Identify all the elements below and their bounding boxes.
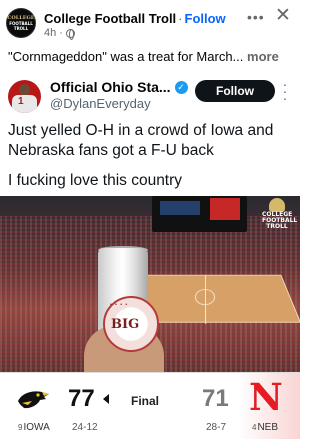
watermark-logo: COLLEGE FOOTBALL TROLL xyxy=(262,198,297,230)
avatar-jersey xyxy=(12,95,37,113)
seal-ring-text: • • • • xyxy=(110,302,129,308)
scoreboard-screen-right xyxy=(210,198,240,220)
jersey-number: 1 xyxy=(18,96,24,107)
game-status: Final xyxy=(131,394,160,408)
tweet-author-name[interactable]: Official Ohio Sta... xyxy=(50,79,171,95)
post-time[interactable]: 4h · xyxy=(44,27,63,39)
arena-scoreboard xyxy=(152,196,247,232)
verified-badge-icon: ✓ xyxy=(174,80,188,94)
tweet-author-handle[interactable]: @DylanEveryday xyxy=(50,96,151,111)
iowa-record: 24-12 xyxy=(72,422,98,433)
post-photo[interactable]: • • • • BIG COLLEGE FOOTBALL TROLL xyxy=(0,196,300,401)
nebraska-record: 28-7 xyxy=(206,422,227,433)
iowa-rank: 9 xyxy=(18,423,23,432)
iowa-hawkeye-logo-icon xyxy=(18,391,49,409)
post-meta: 4h · xyxy=(44,27,75,40)
winner-arrow-icon xyxy=(103,394,109,404)
post-header: COLLEGE FOOTBALL TROLL College Football … xyxy=(0,0,300,42)
game-scorebug[interactable]: 77 Final 71 N 9IOWA 24-12 28-7 4NEB xyxy=(0,372,300,439)
tweet-follow-button[interactable]: Follow xyxy=(195,80,275,102)
avatar-text-bottom: TROLL xyxy=(13,25,29,31)
court-center-circle xyxy=(194,289,216,306)
post-caption: "Cornmageddon" was a treat for March... … xyxy=(8,49,279,64)
nebraska-team-name: NEB xyxy=(257,422,279,433)
caption-text: "Cornmageddon" was a treat for March... xyxy=(8,49,244,64)
page-name-row: College Football Troll · Follow xyxy=(44,11,226,26)
name-separator: · xyxy=(178,11,183,26)
see-more-link[interactable]: more xyxy=(247,49,279,64)
watermark-line3: TROLL xyxy=(266,223,288,230)
globe-icon xyxy=(65,28,75,40)
tweet-text-line2: I fucking love this country xyxy=(8,172,183,189)
nebraska-logo: N xyxy=(249,375,283,419)
iowa-team-name: IOWA xyxy=(23,422,50,433)
nebraska-team-label: 4NEB xyxy=(252,422,278,433)
tweet-author-name-row: Official Ohio Sta... ✓ xyxy=(50,79,188,95)
nebraska-score: 71 xyxy=(202,385,229,412)
iowa-team-label: 9IOWA xyxy=(18,422,50,433)
close-icon[interactable]: ✕ xyxy=(275,6,291,25)
iowa-score: 77 xyxy=(68,385,95,412)
can-brand-text: BIG xyxy=(111,317,140,332)
tweet-author-avatar[interactable]: 1 xyxy=(8,80,41,113)
page-avatar[interactable]: COLLEGE FOOTBALL TROLL xyxy=(6,8,36,38)
page-name[interactable]: College Football Troll xyxy=(44,11,176,26)
helmet-icon xyxy=(269,198,285,212)
nebraska-rank: 4 xyxy=(252,423,257,432)
tweet-more-icon[interactable]: · · · xyxy=(281,77,289,105)
tweet-text-line1: Just yelled O-H in a crowd of Iowa and N… xyxy=(8,122,274,159)
more-options-icon[interactable]: ••• xyxy=(247,9,265,25)
follow-page-link[interactable]: Follow xyxy=(185,11,226,26)
scoreboard-screen-left xyxy=(160,201,200,215)
